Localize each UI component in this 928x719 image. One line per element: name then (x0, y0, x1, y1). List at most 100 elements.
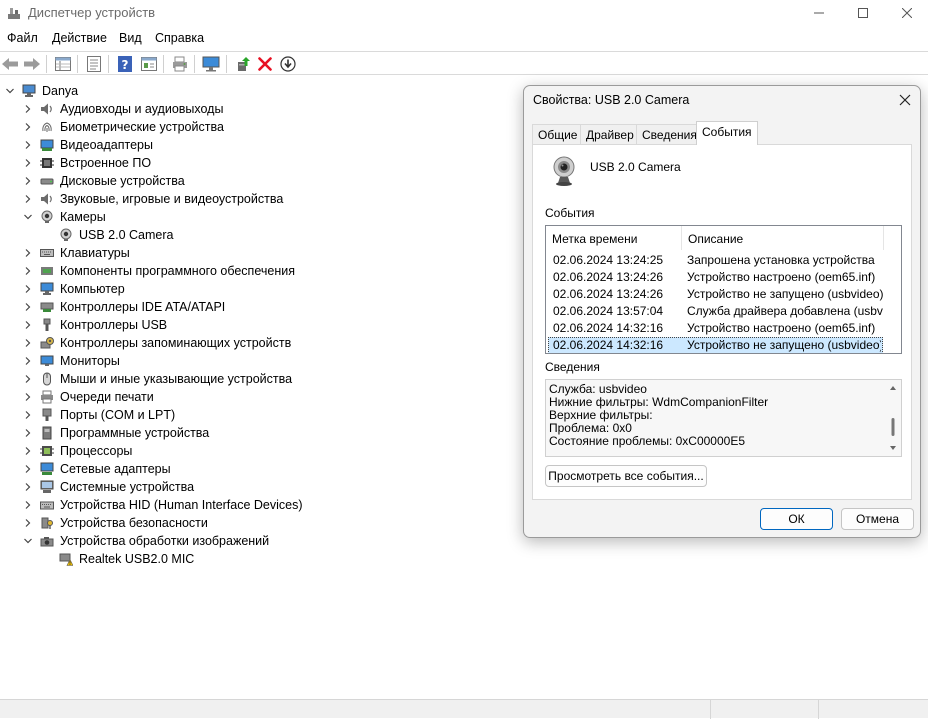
chevron-right-icon[interactable] (22, 409, 34, 421)
tree-item-realtek-mic[interactable]: Realtek USB2.0 MIC (59, 550, 194, 568)
tree-root[interactable]: Danya (4, 82, 78, 100)
forward-button[interactable] (23, 55, 41, 73)
tree-item-monitors[interactable]: Мониторы (22, 352, 120, 370)
table-row[interactable]: 02.06.2024 14:32:16 Устройство настроено… (548, 320, 883, 337)
tab-general[interactable]: Общие (532, 124, 584, 144)
ok-button[interactable]: ОК (760, 508, 833, 530)
chevron-right-icon[interactable] (22, 391, 34, 403)
table-row[interactable]: 02.06.2024 13:24:25 Запрошена установка … (548, 252, 883, 269)
close-window-button[interactable] (884, 0, 928, 26)
tab-label: Драйвер (586, 128, 634, 142)
cancel-button[interactable]: Отмена (841, 508, 914, 530)
chevron-down-icon[interactable] (22, 535, 34, 547)
download-button[interactable] (279, 55, 297, 73)
tab-details[interactable]: Сведения (636, 124, 703, 144)
chevron-down-icon[interactable] (4, 85, 16, 97)
tree-item-usb-camera[interactable]: USB 2.0 Camera (59, 226, 173, 244)
tree-item-usb-controllers[interactable]: Контроллеры USB (22, 316, 167, 334)
chevron-right-icon[interactable] (22, 301, 34, 313)
chevron-right-icon[interactable] (22, 337, 34, 349)
tree-item-storage-controllers[interactable]: Контроллеры запоминающих устройств (22, 334, 291, 352)
table-row[interactable]: 02.06.2024 13:57:04 Служба драйвера доба… (548, 303, 883, 320)
tree-item-mice[interactable]: Мыши и иные указывающие устройства (22, 370, 292, 388)
list-view-button[interactable] (85, 55, 103, 73)
properties-grid-button[interactable] (54, 55, 72, 73)
chevron-right-icon[interactable] (22, 355, 34, 367)
tab-driver[interactable]: Драйвер (580, 124, 640, 144)
tree-item-processors[interactable]: Процессоры (22, 442, 132, 460)
chevron-right-icon[interactable] (22, 247, 34, 259)
tree-item-software-components[interactable]: Компоненты программного обеспечения (22, 262, 295, 280)
chevron-right-icon[interactable] (22, 373, 34, 385)
menu-view[interactable]: Вид (119, 31, 142, 45)
details-scrollbar[interactable] (885, 380, 901, 456)
menu-file[interactable]: Файл (7, 31, 38, 45)
chevron-right-icon[interactable] (22, 139, 34, 151)
chevron-right-icon[interactable] (22, 193, 34, 205)
disk-icon (40, 178, 54, 185)
column-header-description[interactable]: Описание (682, 226, 884, 250)
view-all-events-button[interactable]: Просмотреть все события... (545, 465, 707, 487)
chevron-right-icon[interactable] (22, 499, 34, 511)
tree-item-label: Сетевые адаптеры (60, 462, 171, 476)
chevron-right-icon[interactable] (22, 103, 34, 115)
tree-item-security-devices[interactable]: Устройства безопасности (22, 514, 208, 532)
menu-action[interactable]: Действие (52, 31, 107, 45)
close-icon (899, 94, 911, 106)
chevron-right-icon[interactable] (22, 319, 34, 331)
tree-item-computer[interactable]: Компьютер (22, 280, 125, 298)
scroll-up-icon[interactable] (890, 386, 896, 390)
scroll-thumb[interactable] (891, 418, 895, 436)
details-view-button[interactable] (140, 55, 158, 73)
tree-item-imaging-devices[interactable]: Устройства обработки изображений (22, 532, 269, 550)
chevron-right-icon[interactable] (22, 427, 34, 439)
tree-item-cameras[interactable]: Камеры (22, 208, 106, 226)
tree-item-sound-devices[interactable]: Звуковые, игровые и видеоустройства (22, 190, 283, 208)
chevron-right-icon[interactable] (22, 463, 34, 475)
back-button[interactable] (1, 55, 19, 73)
tab-events[interactable]: События (696, 121, 758, 145)
table-row[interactable]: 02.06.2024 13:24:26 Устройство настроено… (548, 269, 883, 286)
chevron-right-icon[interactable] (22, 157, 34, 169)
chevron-right-icon[interactable] (22, 517, 34, 529)
table-row[interactable]: 02.06.2024 13:24:26 Устройство не запуще… (548, 286, 883, 303)
chevron-right-icon[interactable] (22, 121, 34, 133)
tree-item-print-queues[interactable]: Очереди печати (22, 388, 154, 406)
tree-item-network-adapters[interactable]: Сетевые адаптеры (22, 460, 171, 478)
column-header-time[interactable]: Метка времени (546, 226, 682, 250)
uninstall-button[interactable] (256, 55, 274, 73)
tree-item-ide-controllers[interactable]: Контроллеры IDE ATA/ATAPI (22, 298, 225, 316)
events-tab-panel: USB 2.0 Camera События Метка времени Опи… (532, 144, 912, 500)
table-row-selected[interactable]: 02.06.2024 14:32:16 Устройство не запуще… (548, 337, 883, 353)
chevron-right-icon[interactable] (22, 445, 34, 457)
menu-help[interactable]: Справка (155, 31, 204, 45)
update-driver-button[interactable] (234, 55, 252, 73)
storage-controller-icon (40, 337, 54, 349)
tree-item-audio-io[interactable]: Аудиовходы и аудиовыходы (22, 100, 223, 118)
tree-item-system-devices[interactable]: Системные устройства (22, 478, 194, 496)
chevron-down-icon[interactable] (22, 211, 34, 223)
tree-item-display-adapters[interactable]: Видеоадаптеры (22, 136, 153, 154)
tree-item-hid[interactable]: Устройства HID (Human Interface Devices) (22, 496, 303, 514)
tree-item-firmware[interactable]: Встроенное ПО (22, 154, 151, 172)
maximize-button[interactable] (840, 0, 886, 26)
chevron-right-icon[interactable] (22, 265, 34, 277)
tree-item-label: Биометрические устройства (60, 120, 224, 134)
events-table[interactable]: Метка времени Описание 02.06.2024 13:24:… (545, 225, 902, 354)
computer-monitor-button[interactable] (202, 55, 220, 73)
dialog-close-button[interactable] (894, 89, 916, 111)
tree-item-label: Контроллеры IDE ATA/ATAPI (60, 300, 226, 314)
chevron-right-icon[interactable] (22, 283, 34, 295)
chevron-right-icon[interactable] (22, 175, 34, 187)
scroll-down-icon[interactable] (890, 446, 896, 450)
help-button[interactable]: ? (116, 55, 134, 73)
tree-item-biometric[interactable]: Биометрические устройства (22, 118, 224, 136)
minimize-button[interactable] (796, 0, 842, 26)
tree-item-software-devices[interactable]: Программные устройства (22, 424, 209, 442)
chevron-right-icon[interactable] (22, 481, 34, 493)
tree-item-keyboards[interactable]: Клавиатуры (22, 244, 130, 262)
tree-item-ports[interactable]: Порты (COM и LPT) (22, 406, 175, 424)
tree-item-disk-drives[interactable]: Дисковые устройства (22, 172, 185, 190)
scan-hardware-button[interactable] (171, 55, 189, 73)
details-textbox[interactable]: Служба: usbvideo Нижние фильтры: WdmComp… (545, 379, 902, 457)
